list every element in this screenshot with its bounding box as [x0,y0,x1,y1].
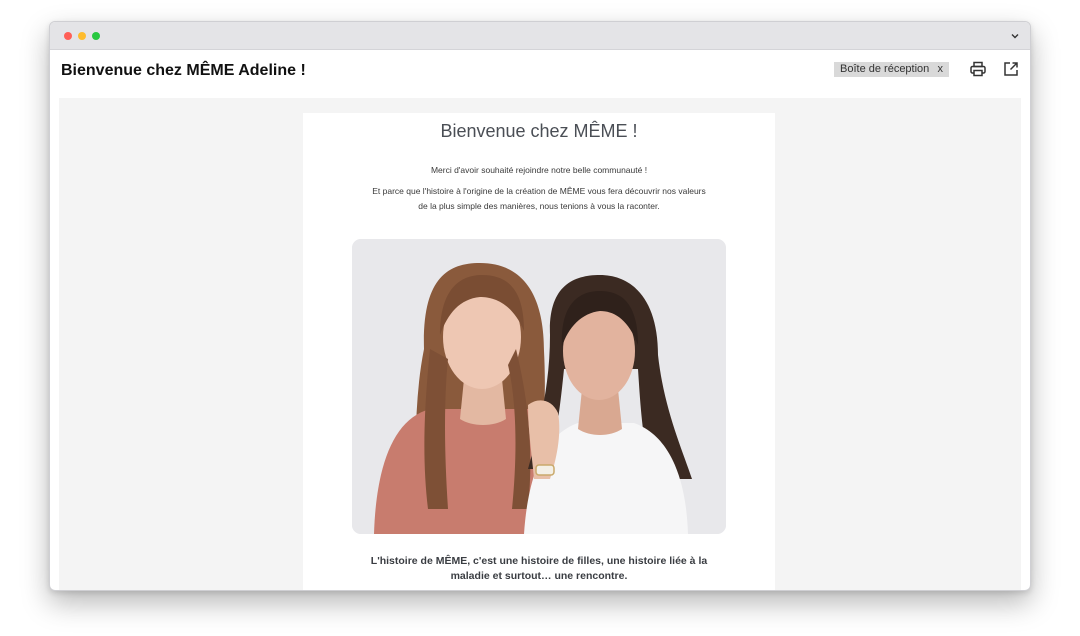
intro-text: Merci d'avoir souhaité rejoindre notre b… [430,165,648,175]
open-external-icon[interactable] [1002,60,1020,78]
email-subject: Bienvenue chez MÊME Adeline ! [61,62,306,79]
folder-tag[interactable]: Boîte de réception x [834,62,949,77]
chevron-down-icon[interactable] [1010,31,1020,41]
email-preview-pane: Bienvenue chez MÊME ! Merci d'avoir souh… [59,98,1021,590]
close-window-button[interactable] [64,32,72,40]
email-heading: Bienvenue chez MÊME ! [440,121,638,141]
story-text: L'histoire de MÊME, c'est une histoire d… [370,555,708,567]
maximize-window-button[interactable] [92,32,100,40]
mail-window: Bienvenue chez MÊME Adeline ! Boîte de r… [49,21,1031,591]
founders-photo [352,239,726,534]
intro-text: Et parce que l'histoire à l'origine de l… [372,186,706,196]
email-body: Bienvenue chez MÊME ! Merci d'avoir souh… [303,113,775,590]
folder-tag-label: Boîte de réception [840,63,930,75]
window-titlebar [50,22,1030,50]
folder-tag-remove-button[interactable]: x [938,62,944,77]
print-icon[interactable] [969,60,987,78]
minimize-window-button[interactable] [78,32,86,40]
story-text: maladie et surtout… une rencontre. [450,570,628,582]
intro-text: de la plus simple des manières, nous ten… [418,201,660,211]
